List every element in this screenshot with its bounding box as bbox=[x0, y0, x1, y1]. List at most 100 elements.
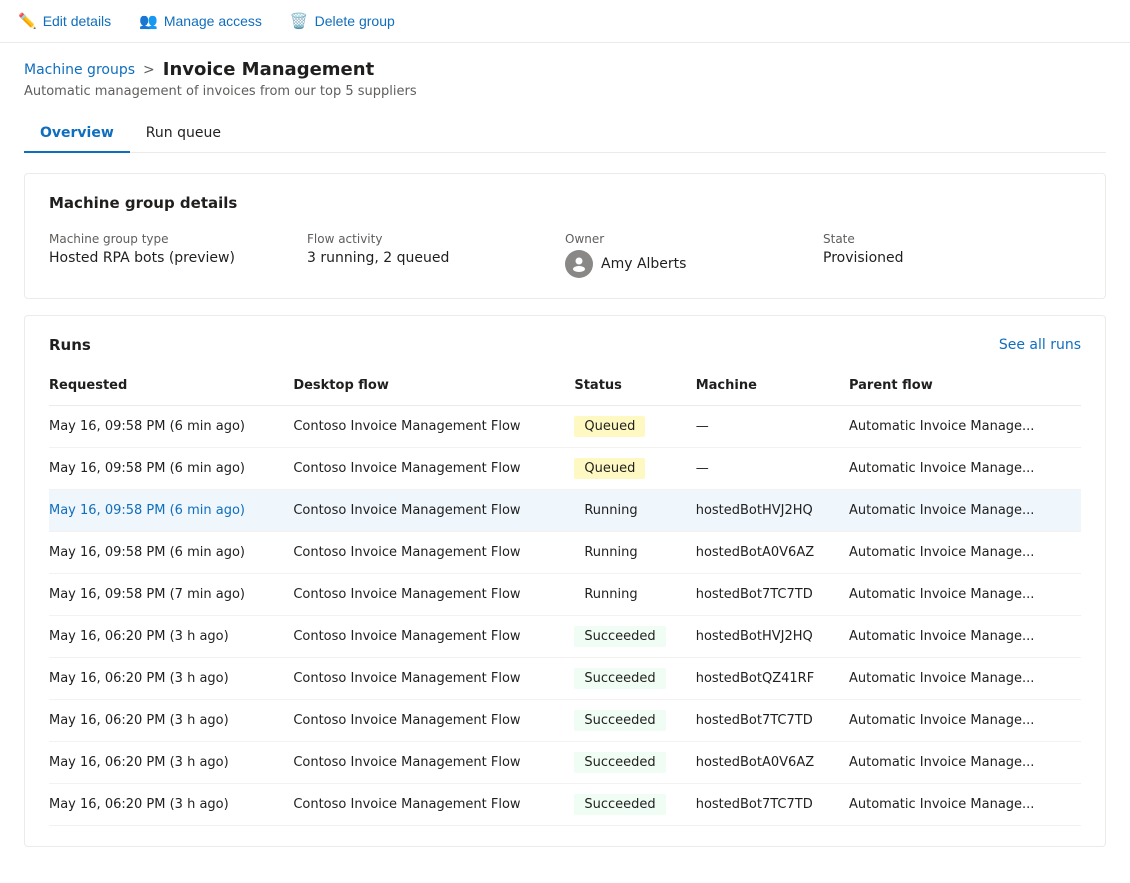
parent-flow-value: Automatic Invoice Manage... bbox=[849, 503, 1034, 518]
machine-value: hostedBot7TC7TD bbox=[696, 797, 813, 812]
cell-desktop-flow: Contoso Invoice Management Flow bbox=[293, 574, 574, 616]
desktop-flow-value: Contoso Invoice Management Flow bbox=[293, 545, 520, 560]
machine-value: hostedBot7TC7TD bbox=[696, 713, 813, 728]
requested-value: May 16, 06:20 PM (3 h ago) bbox=[49, 671, 229, 686]
cell-desktop-flow: Contoso Invoice Management Flow bbox=[293, 406, 574, 448]
desktop-flow-value: Contoso Invoice Management Flow bbox=[293, 629, 520, 644]
cell-requested: May 16, 06:20 PM (3 h ago) bbox=[49, 700, 293, 742]
desktop-flow-value: Contoso Invoice Management Flow bbox=[293, 671, 520, 686]
page-header: Machine groups > Invoice Management Auto… bbox=[0, 43, 1130, 153]
status-badge: Queued bbox=[574, 416, 645, 437]
detail-owner: Owner Amy Alberts bbox=[565, 232, 823, 278]
cell-machine: hostedBot7TC7TD bbox=[696, 574, 849, 616]
cell-desktop-flow: Contoso Invoice Management Flow bbox=[293, 616, 574, 658]
cell-status: Queued bbox=[574, 406, 695, 448]
cell-status: Succeeded bbox=[574, 784, 695, 826]
tabs: Overview Run queue bbox=[24, 115, 1106, 153]
status-badge: Running bbox=[574, 584, 647, 605]
table-row[interactable]: May 16, 06:20 PM (3 h ago) Contoso Invoi… bbox=[49, 658, 1081, 700]
cell-requested: May 16, 06:20 PM (3 h ago) bbox=[49, 784, 293, 826]
cell-machine: hostedBotQZ41RF bbox=[696, 658, 849, 700]
delete-group-button[interactable]: 🗑️ Delete group bbox=[288, 8, 397, 34]
table-row[interactable]: May 16, 09:58 PM (6 min ago) Contoso Inv… bbox=[49, 490, 1081, 532]
cell-desktop-flow: Contoso Invoice Management Flow bbox=[293, 784, 574, 826]
status-badge: Succeeded bbox=[574, 794, 665, 815]
manage-access-button[interactable]: 👥 Manage access bbox=[137, 8, 264, 34]
table-row[interactable]: May 16, 06:20 PM (3 h ago) Contoso Invoi… bbox=[49, 784, 1081, 826]
status-badge: Succeeded bbox=[574, 710, 665, 731]
manage-access-label: Manage access bbox=[164, 13, 262, 29]
machine-group-details-card: Machine group details Machine group type… bbox=[24, 173, 1106, 299]
table-row[interactable]: May 16, 06:20 PM (3 h ago) Contoso Invoi… bbox=[49, 616, 1081, 658]
cell-status: Running bbox=[574, 574, 695, 616]
detail-machine-group-type: Machine group type Hosted RPA bots (prev… bbox=[49, 232, 307, 278]
tab-overview[interactable]: Overview bbox=[24, 115, 130, 153]
detail-flow-activity: Flow activity 3 running, 2 queued bbox=[307, 232, 565, 278]
table-row[interactable]: May 16, 09:58 PM (6 min ago) Contoso Inv… bbox=[49, 448, 1081, 490]
status-badge: Succeeded bbox=[574, 626, 665, 647]
cell-parent-flow: Automatic Invoice Manage... bbox=[849, 700, 1081, 742]
main-content: Machine group details Machine group type… bbox=[0, 153, 1130, 867]
cell-desktop-flow: Contoso Invoice Management Flow bbox=[293, 658, 574, 700]
edit-details-label: Edit details bbox=[43, 13, 111, 29]
machine-value: hostedBotHVJ2HQ bbox=[696, 629, 813, 644]
cell-requested[interactable]: May 16, 09:58 PM (6 min ago) bbox=[49, 490, 293, 532]
cell-requested: May 16, 09:58 PM (7 min ago) bbox=[49, 574, 293, 616]
avatar-icon bbox=[570, 255, 588, 273]
edit-details-button[interactable]: ✏️ Edit details bbox=[16, 8, 113, 34]
detail-value-state: Provisioned bbox=[823, 250, 1081, 266]
owner-row: Amy Alberts bbox=[565, 250, 823, 278]
cell-desktop-flow: Contoso Invoice Management Flow bbox=[293, 490, 574, 532]
requested-value[interactable]: May 16, 09:58 PM (6 min ago) bbox=[49, 503, 245, 518]
table-row[interactable]: May 16, 06:20 PM (3 h ago) Contoso Invoi… bbox=[49, 742, 1081, 784]
cell-machine: hostedBot7TC7TD bbox=[696, 700, 849, 742]
requested-value: May 16, 06:20 PM (3 h ago) bbox=[49, 713, 229, 728]
table-row[interactable]: May 16, 06:20 PM (3 h ago) Contoso Invoi… bbox=[49, 700, 1081, 742]
machine-value: hostedBotA0V6AZ bbox=[696, 545, 814, 560]
parent-flow-value: Automatic Invoice Manage... bbox=[849, 629, 1034, 644]
parent-flow-value: Automatic Invoice Manage... bbox=[849, 755, 1034, 770]
cell-parent-flow: Automatic Invoice Manage... bbox=[849, 658, 1081, 700]
cell-parent-flow: Automatic Invoice Manage... bbox=[849, 616, 1081, 658]
requested-value: May 16, 06:20 PM (3 h ago) bbox=[49, 629, 229, 644]
cell-status: Succeeded bbox=[574, 742, 695, 784]
cell-parent-flow: Automatic Invoice Manage... bbox=[849, 784, 1081, 826]
col-status: Status bbox=[574, 370, 695, 406]
status-badge: Succeeded bbox=[574, 752, 665, 773]
tab-run-queue[interactable]: Run queue bbox=[130, 115, 237, 153]
table-row[interactable]: May 16, 09:58 PM (7 min ago) Contoso Inv… bbox=[49, 574, 1081, 616]
breadcrumb: Machine groups > Invoice Management bbox=[24, 59, 1106, 80]
desktop-flow-value: Contoso Invoice Management Flow bbox=[293, 797, 520, 812]
col-parent-flow: Parent flow bbox=[849, 370, 1081, 406]
requested-value: May 16, 09:58 PM (6 min ago) bbox=[49, 461, 245, 476]
breadcrumb-parent[interactable]: Machine groups bbox=[24, 62, 135, 78]
detail-label-state: State bbox=[823, 232, 1081, 246]
requested-value: May 16, 06:20 PM (3 h ago) bbox=[49, 797, 229, 812]
parent-flow-value: Automatic Invoice Manage... bbox=[849, 797, 1034, 812]
table-header-row: Requested Desktop flow Status Machine Pa… bbox=[49, 370, 1081, 406]
cell-desktop-flow: Contoso Invoice Management Flow bbox=[293, 742, 574, 784]
desktop-flow-value: Contoso Invoice Management Flow bbox=[293, 419, 520, 434]
detail-state: State Provisioned bbox=[823, 232, 1081, 278]
breadcrumb-current: Invoice Management bbox=[163, 59, 374, 80]
cell-parent-flow: Automatic Invoice Manage... bbox=[849, 490, 1081, 532]
cell-status: Succeeded bbox=[574, 658, 695, 700]
status-badge: Running bbox=[574, 542, 647, 563]
cell-parent-flow: Automatic Invoice Manage... bbox=[849, 406, 1081, 448]
cell-machine: — bbox=[696, 448, 849, 490]
breadcrumb-separator: > bbox=[143, 62, 155, 78]
cell-machine: hostedBot7TC7TD bbox=[696, 784, 849, 826]
desktop-flow-value: Contoso Invoice Management Flow bbox=[293, 461, 520, 476]
see-all-runs-link[interactable]: See all runs bbox=[999, 337, 1081, 353]
status-badge: Succeeded bbox=[574, 668, 665, 689]
col-requested: Requested bbox=[49, 370, 293, 406]
desktop-flow-value: Contoso Invoice Management Flow bbox=[293, 503, 520, 518]
avatar bbox=[565, 250, 593, 278]
cell-parent-flow: Automatic Invoice Manage... bbox=[849, 532, 1081, 574]
detail-label-flow-activity: Flow activity bbox=[307, 232, 565, 246]
table-row[interactable]: May 16, 09:58 PM (6 min ago) Contoso Inv… bbox=[49, 406, 1081, 448]
parent-flow-value: Automatic Invoice Manage... bbox=[849, 587, 1034, 602]
table-row[interactable]: May 16, 09:58 PM (6 min ago) Contoso Inv… bbox=[49, 532, 1081, 574]
cell-requested: May 16, 09:58 PM (6 min ago) bbox=[49, 406, 293, 448]
status-badge: Running bbox=[574, 500, 647, 521]
